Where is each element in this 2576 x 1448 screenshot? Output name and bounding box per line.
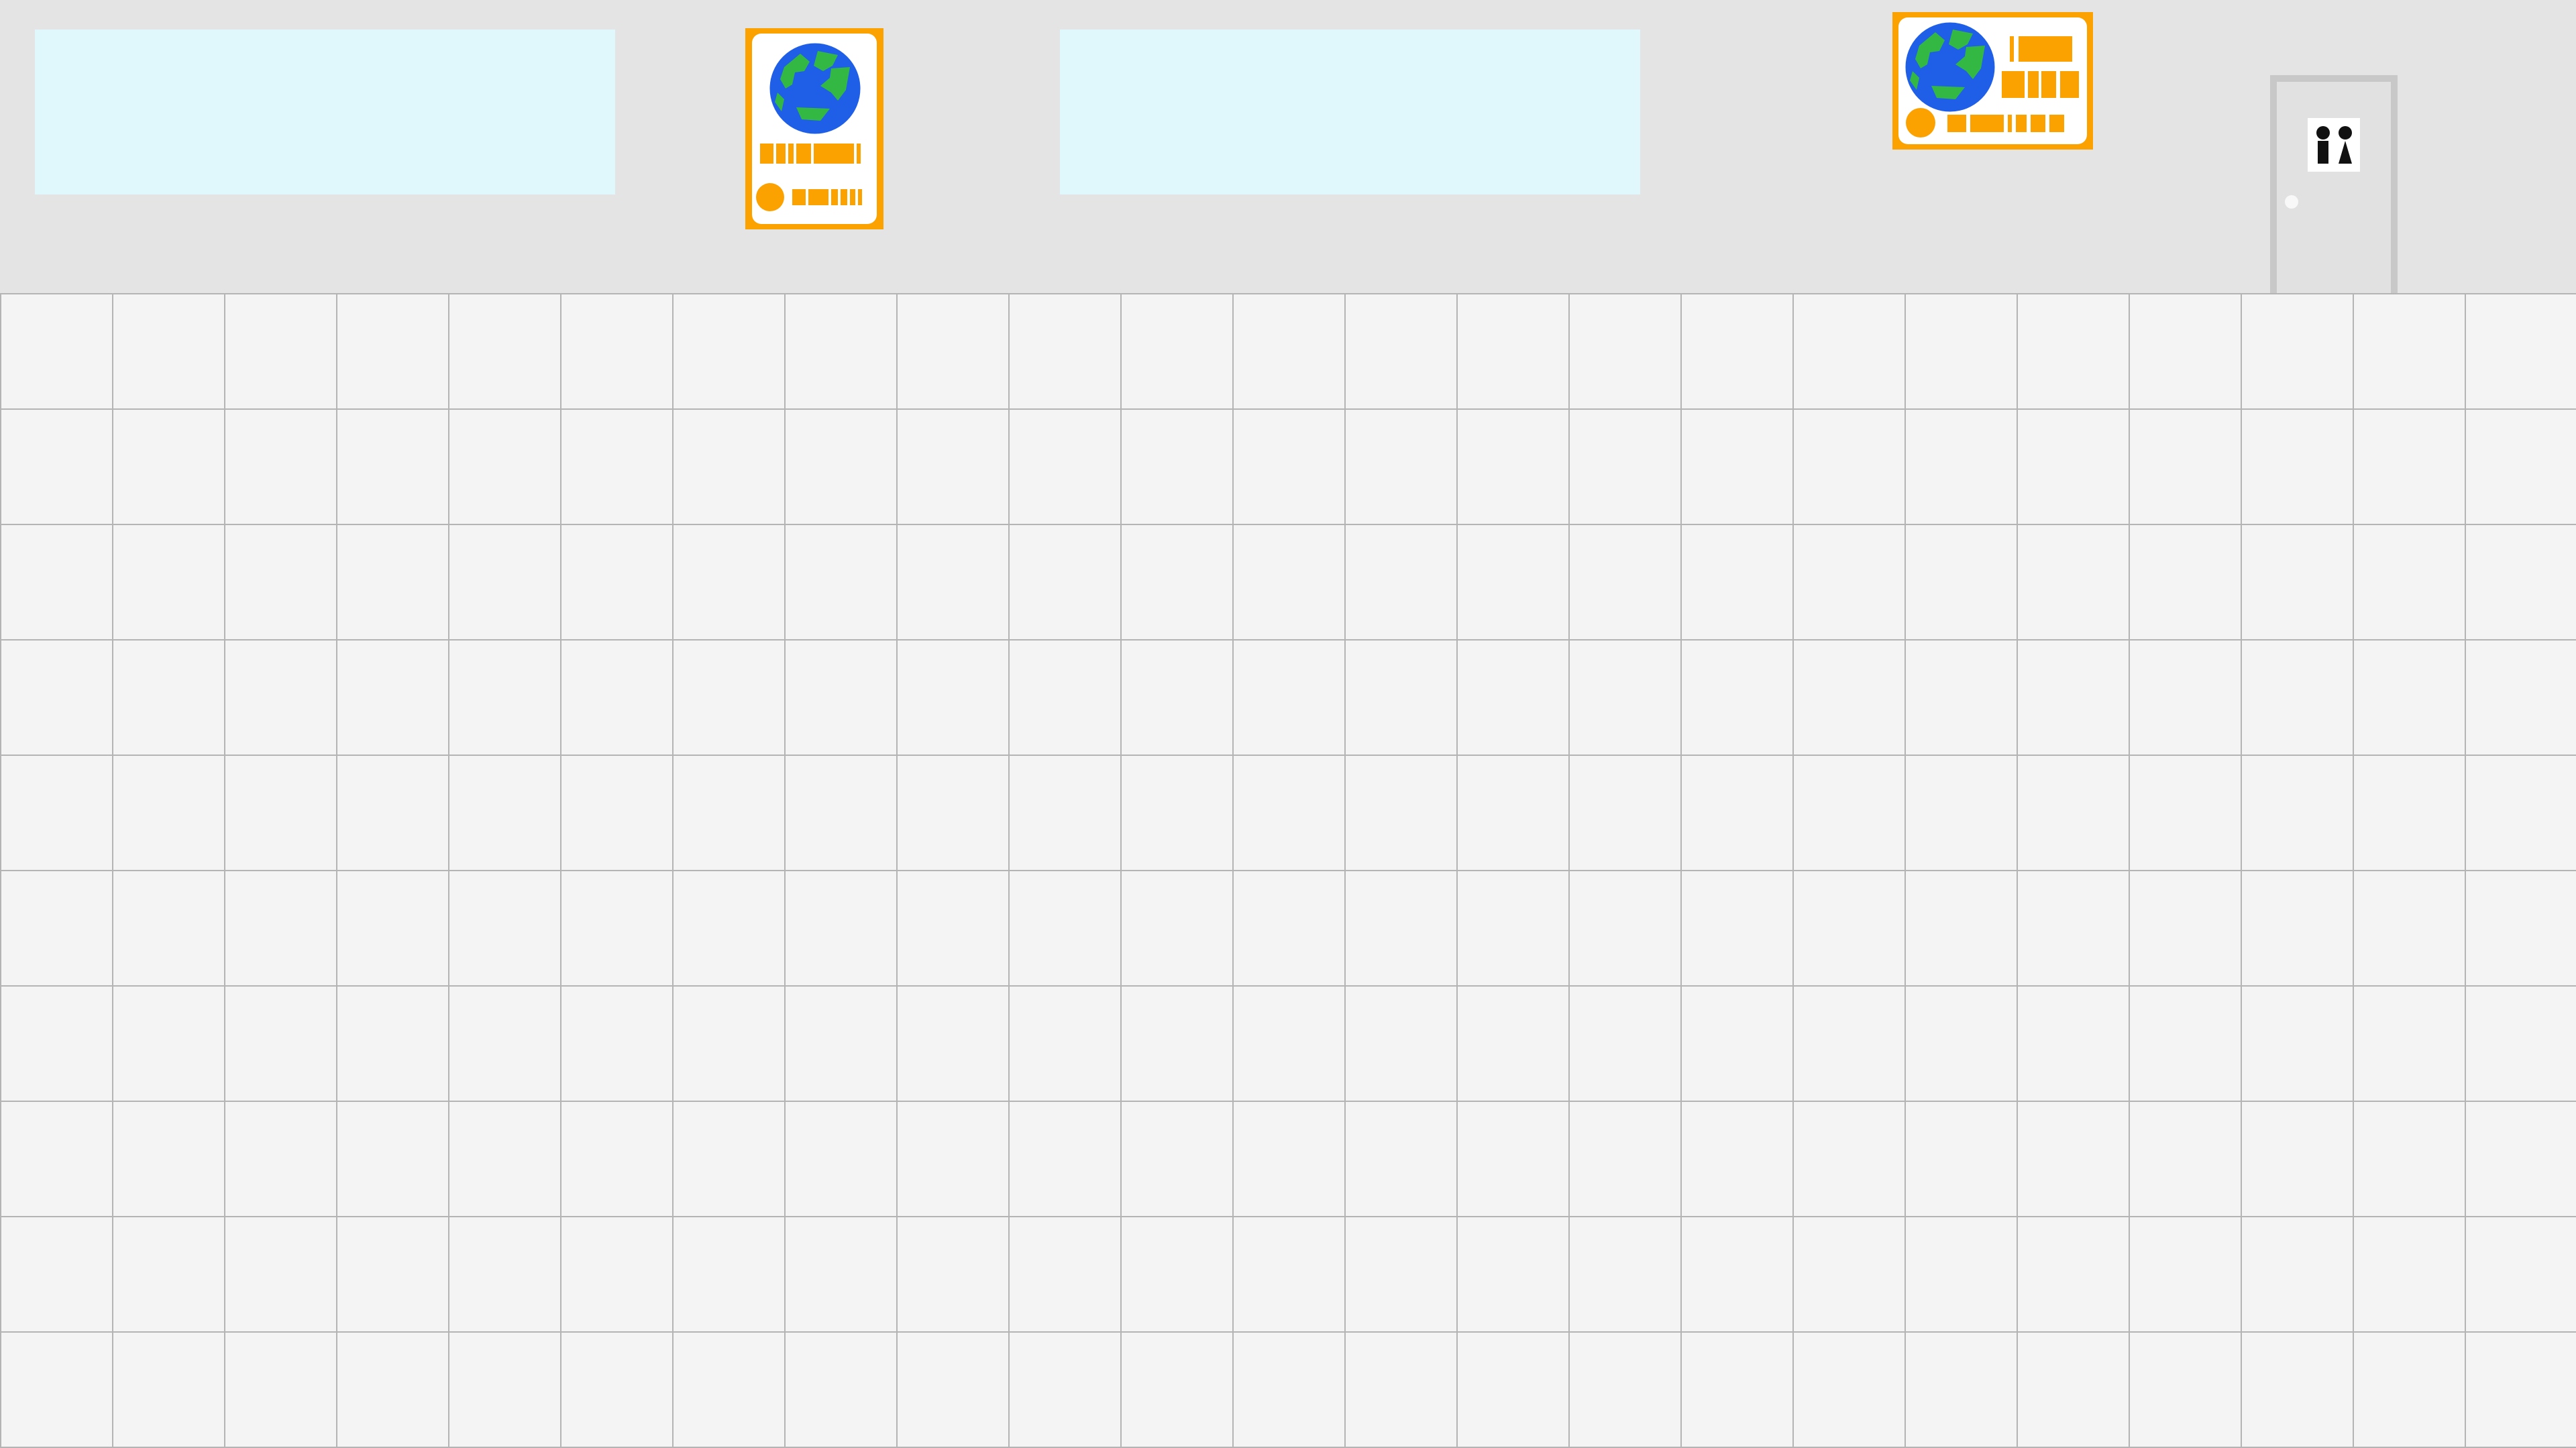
restroom-door[interactable] (2270, 75, 2398, 293)
window-left (35, 30, 615, 194)
window-middle (1060, 30, 1640, 194)
tiled-floor (0, 293, 2576, 1448)
restroom-sign-icon (2308, 118, 2360, 172)
poster-landscape-graphic (1892, 12, 2093, 150)
poster-portrait-graphic (745, 28, 883, 229)
globe-icon (769, 43, 861, 134)
game-scene (0, 0, 2576, 1448)
door-handle[interactable] (2285, 195, 2298, 209)
poster-landscape[interactable] (1892, 12, 2093, 150)
globe-icon (1905, 22, 1995, 112)
poster-portrait[interactable] (745, 28, 883, 229)
restroom-door-graphic (2270, 75, 2398, 293)
